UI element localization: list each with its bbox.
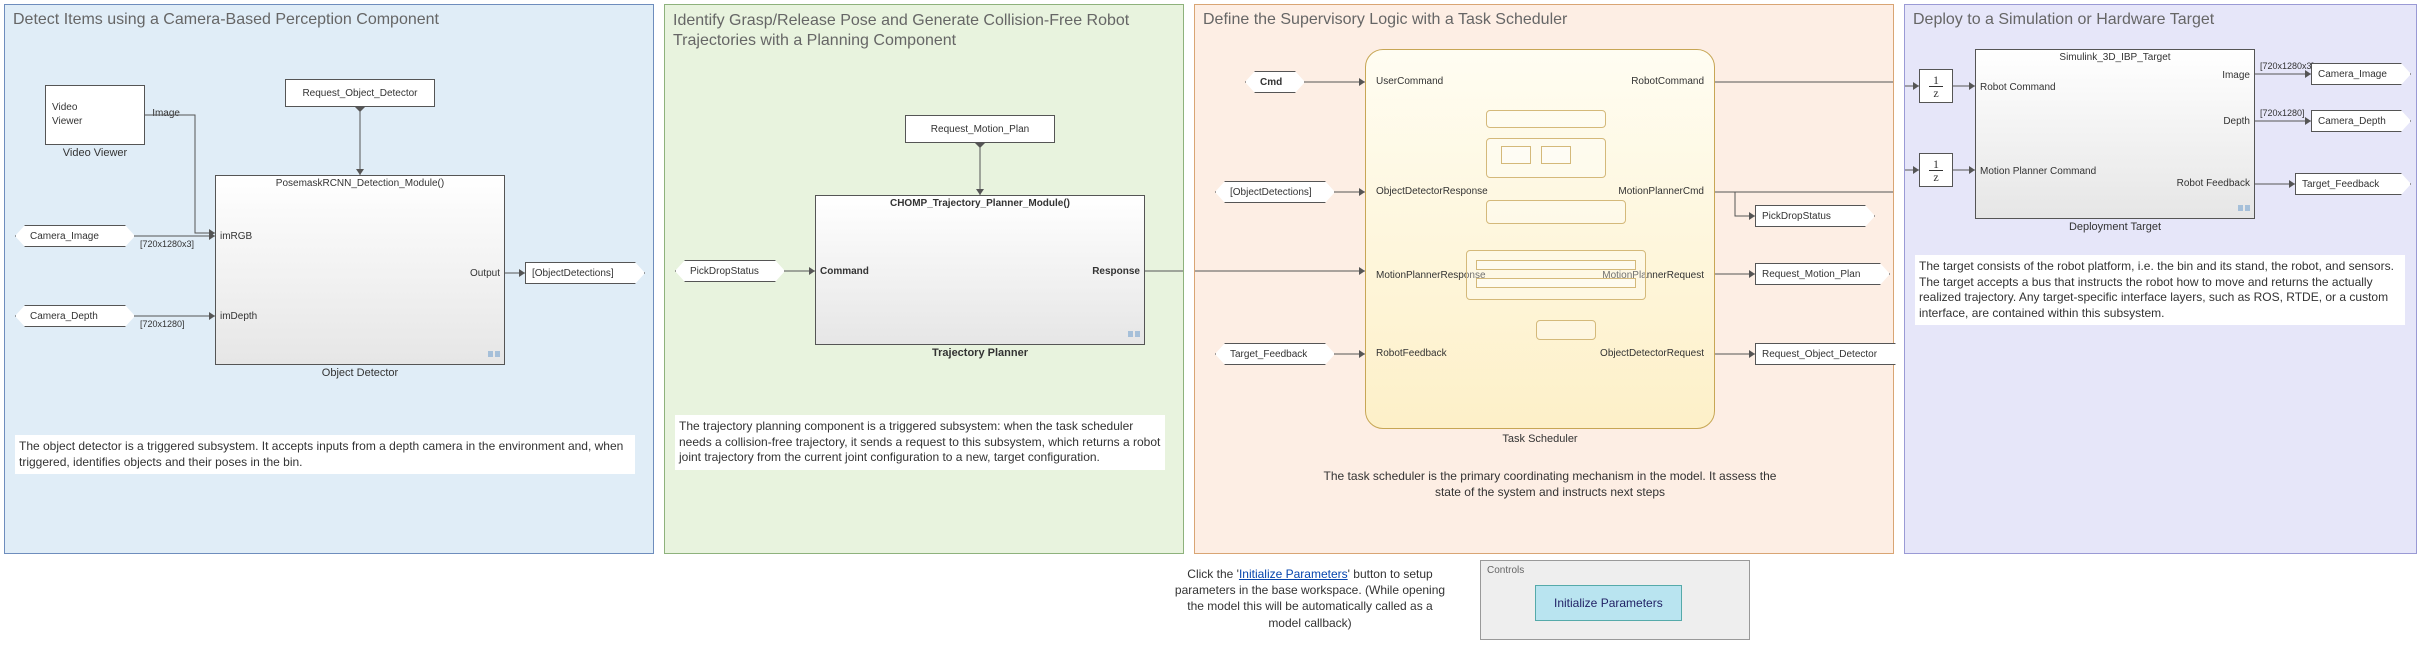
task-scheduler-label: Task Scheduler — [1365, 433, 1715, 445]
port-motion-planner-command-in: Motion Planner Command — [1980, 166, 2096, 177]
port-command: Command — [820, 266, 869, 277]
object-detector-label: Object Detector — [215, 367, 505, 379]
port-imrgb: imRGB — [220, 231, 252, 242]
initialize-parameters-link[interactable]: Initialize Parameters — [1239, 567, 1348, 581]
from-target-feedback[interactable]: Target_Feedback — [1215, 343, 1335, 365]
goto-request-object-detector[interactable]: Request_Object_Detector — [1755, 343, 1905, 365]
panel-detect-title: Detect Items using a Camera-Based Percep… — [5, 5, 653, 35]
port-user-command: UserCommand — [1376, 76, 1443, 87]
deploy-dim-depth: [720x1280] — [2260, 108, 2305, 118]
trajectory-planner-fn: CHOMP_Trajectory_Planner_Module() — [816, 196, 1144, 211]
deploy-description: The target consists of the robot platfor… — [1915, 255, 2405, 325]
panel-scheduler: Define the Supervisory Logic with a Task… — [1194, 4, 1894, 554]
from-cmd[interactable]: Cmd — [1245, 71, 1305, 93]
panel-scheduler-title: Define the Supervisory Logic with a Task… — [1195, 5, 1893, 35]
from-pick-drop-status[interactable]: PickDropStatus — [675, 260, 785, 282]
from-camera-image[interactable]: Camera_Image — [15, 225, 135, 247]
port-response: Response — [1092, 266, 1140, 277]
dim-depth: [720x1280] — [140, 319, 185, 329]
port-obj-detector-request: ObjectDetectorRequest — [1600, 348, 1704, 359]
simulink-icon — [488, 348, 500, 360]
panel-deploy-title: Deploy to a Simulation or Hardware Targe… — [1905, 5, 2416, 35]
simulink-icon — [2238, 202, 2250, 214]
initialize-instructions: Click the 'Initialize Parameters' button… — [1170, 566, 1450, 631]
goto-request-motion-plan[interactable]: Request_Motion_Plan — [1755, 263, 1890, 285]
goto-pick-drop-status[interactable]: PickDropStatus — [1755, 205, 1875, 227]
port-robot-feedback: RobotFeedback — [1376, 348, 1447, 359]
deployment-target-label: Deployment Target — [1975, 221, 2255, 233]
from-camera-depth[interactable]: Camera_Depth — [15, 305, 135, 327]
detect-description: The object detector is a triggered subsy… — [15, 435, 635, 474]
video-viewer-text2: Viewer — [52, 116, 82, 127]
video-viewer-block[interactable]: Video Viewer Image — [45, 85, 145, 145]
simulink-icon — [1128, 328, 1140, 340]
port-depth-out: Depth — [2223, 116, 2250, 127]
panel-detect: Detect Items using a Camera-Based Percep… — [4, 4, 654, 554]
deployment-target-fn: Simulink_3D_IBP_Target — [1976, 50, 2254, 65]
port-image-out: Image — [2222, 70, 2250, 81]
object-detector-block[interactable]: PosemaskRCNN_Detection_Module() imRGB im… — [215, 175, 505, 365]
video-viewer-label: Video Viewer — [45, 147, 145, 159]
deployment-target-block[interactable]: Simulink_3D_IBP_Target Robot Command Mot… — [1975, 49, 2255, 219]
panel-deploy: Deploy to a Simulation or Hardware Targe… — [1904, 4, 2417, 554]
panel-plan-title: Identify Grasp/Release Pose and Generate… — [665, 5, 1183, 57]
dim-rgb: [720x1280x3] — [140, 239, 194, 249]
plan-description: The trajectory planning component is a t… — [675, 415, 1165, 470]
port-robot-command: RobotCommand — [1631, 76, 1704, 87]
port-obj-detector-response: ObjectDetectorResponse — [1376, 186, 1488, 197]
port-robot-command-in: Robot Command — [1980, 82, 2056, 93]
object-detector-fn: PosemaskRCNN_Detection_Module() — [216, 176, 504, 191]
deploy-dim-image: [720x1280x3] — [2260, 61, 2314, 71]
port-robot-feedback-out: Robot Feedback — [2177, 178, 2250, 189]
port-output: Output — [470, 268, 500, 279]
port-motion-planner-cmd: MotionPlannerCmd — [1618, 186, 1704, 197]
from-object-detections[interactable]: [ObjectDetections] — [1215, 181, 1335, 203]
scheduler-description: The task scheduler is the primary coordi… — [1315, 465, 1785, 504]
video-viewer-port-image: Image — [152, 108, 180, 119]
goto-object-detections[interactable]: [ObjectDetections] — [525, 262, 645, 284]
unit-delay-2[interactable]: 1 z — [1919, 153, 1953, 187]
goto-camera-image[interactable]: Camera_Image — [2311, 63, 2411, 85]
trajectory-planner-block[interactable]: CHOMP_Trajectory_Planner_Module() Comman… — [815, 195, 1145, 345]
video-viewer-text1: Video — [52, 102, 77, 113]
initialize-parameters-button[interactable]: Initialize Parameters — [1535, 585, 1682, 621]
controls-header: Controls — [1481, 561, 1749, 580]
trigger-request-object-detector[interactable]: Request_Object_Detector — [285, 79, 435, 107]
goto-camera-depth[interactable]: Camera_Depth — [2311, 110, 2411, 132]
controls-panel: Controls Initialize Parameters — [1480, 560, 1750, 640]
trigger-request-motion-plan[interactable]: Request_Motion_Plan — [905, 115, 1055, 143]
task-scheduler-block[interactable]: UserCommand ObjectDetectorResponse Motio… — [1365, 49, 1715, 429]
panel-plan: Identify Grasp/Release Pose and Generate… — [664, 4, 1184, 554]
goto-target-feedback[interactable]: Target_Feedback — [2295, 173, 2411, 195]
port-imdepth: imDepth — [220, 311, 257, 322]
trajectory-planner-label: Trajectory Planner — [815, 347, 1145, 359]
unit-delay-1[interactable]: 1 z — [1919, 69, 1953, 103]
